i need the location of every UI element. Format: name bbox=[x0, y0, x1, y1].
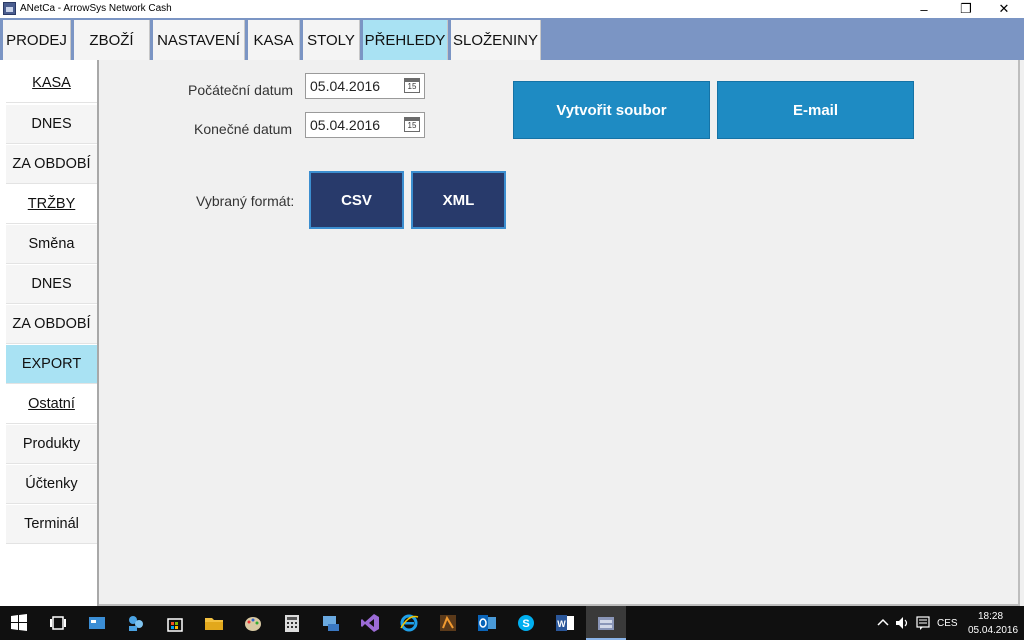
taskbar: S W CES 18:28 05.04.2016 bbox=[0, 606, 1024, 640]
sidebar-item-terminal[interactable]: Terminál bbox=[6, 505, 97, 544]
start-date-value: 05.04.2016 bbox=[310, 78, 381, 94]
sidebar-header-kasa: KASA bbox=[6, 64, 97, 103]
export-panel: Počáteční datum 05.04.2016 15 Konečné da… bbox=[99, 60, 1024, 606]
notification-icon[interactable] bbox=[914, 614, 932, 632]
word-icon[interactable]: W bbox=[554, 612, 576, 634]
visual-studio-icon[interactable] bbox=[359, 612, 381, 634]
create-file-button[interactable]: Vytvořit soubor bbox=[513, 81, 710, 139]
start-date-field[interactable]: 05.04.2016 15 bbox=[305, 73, 425, 99]
close-button[interactable]: ✕ bbox=[985, 0, 1023, 18]
tab-zbozi[interactable]: ZBOŽÍ bbox=[74, 20, 150, 60]
restore-button[interactable]: ❐ bbox=[947, 0, 985, 18]
people-icon[interactable] bbox=[125, 612, 147, 634]
calculator-icon[interactable] bbox=[281, 612, 303, 634]
media-icon[interactable] bbox=[437, 612, 459, 634]
sidebar-item-export[interactable]: EXPORT bbox=[6, 345, 97, 384]
tab-nastaveni[interactable]: NASTAVENÍ bbox=[153, 20, 245, 60]
tab-slozeniny[interactable]: SLOŽENINY bbox=[451, 20, 541, 60]
format-label: Vybraný formát: bbox=[196, 193, 295, 209]
tab-prehledy[interactable]: PŘEHLEDY bbox=[363, 20, 448, 60]
sidebar-header-ostatni: Ostatní bbox=[6, 385, 97, 424]
sidebar-item-kasa-dnes[interactable]: DNES bbox=[6, 105, 97, 144]
chevron-up-icon[interactable] bbox=[876, 614, 890, 632]
calendar-icon[interactable]: 15 bbox=[404, 117, 420, 132]
minimize-button[interactable]: – bbox=[905, 0, 943, 18]
end-date-label: Konečné datum bbox=[194, 121, 293, 137]
sidebar-item-trzby-za-obdobi[interactable]: ZA OBDOBÍ bbox=[6, 305, 97, 344]
window-title: ANetCa - ArrowSys Network Cash bbox=[20, 3, 172, 14]
svg-text:W: W bbox=[557, 619, 566, 629]
sidebar-header-trzby: TRŽBY bbox=[6, 185, 97, 224]
internet-explorer-icon[interactable] bbox=[398, 612, 420, 634]
skype-icon[interactable]: S bbox=[515, 612, 537, 634]
tab-stoly[interactable]: STOLY bbox=[303, 20, 360, 60]
language-indicator[interactable]: CES bbox=[937, 618, 958, 629]
csv-format-button[interactable]: CSV bbox=[309, 171, 404, 229]
sidebar: KASA DNES ZA OBDOBÍ TRŽBY Směna DNES ZA … bbox=[0, 60, 100, 606]
control-panel-icon[interactable] bbox=[320, 612, 342, 634]
volume-icon[interactable] bbox=[894, 614, 912, 632]
sidebar-item-produkty[interactable]: Produkty bbox=[6, 425, 97, 464]
sidebar-item-trzby-dnes[interactable]: DNES bbox=[6, 265, 97, 304]
panel-right-border bbox=[1018, 60, 1020, 606]
sidebar-item-smena[interactable]: Směna bbox=[6, 225, 97, 264]
app-icon bbox=[3, 2, 16, 15]
store-icon[interactable] bbox=[86, 612, 108, 634]
calendar-icon[interactable]: 15 bbox=[404, 78, 420, 93]
title-bar: ANetCa - ArrowSys Network Cash – ❐ ✕ bbox=[0, 0, 1024, 18]
clock-time[interactable]: 18:28 bbox=[978, 611, 1003, 622]
sidebar-item-uctenky[interactable]: Účtenky bbox=[6, 465, 97, 504]
tab-kasa[interactable]: KASA bbox=[248, 20, 300, 60]
anetca-icon[interactable] bbox=[595, 612, 617, 634]
end-date-field[interactable]: 05.04.2016 15 bbox=[305, 112, 425, 138]
task-view-icon[interactable] bbox=[47, 612, 69, 634]
file-explorer-icon[interactable] bbox=[203, 612, 225, 634]
email-button[interactable]: E-mail bbox=[717, 81, 914, 139]
store-bag-icon[interactable] bbox=[164, 612, 186, 634]
start-date-label: Počáteční datum bbox=[188, 82, 294, 98]
main-tab-bar: PRODEJ ZBOŽÍ NASTAVENÍ KASA STOLY PŘEHLE… bbox=[0, 18, 1024, 60]
tab-prodej[interactable]: PRODEJ bbox=[3, 20, 71, 60]
outlook-icon[interactable] bbox=[476, 612, 498, 634]
paint-icon[interactable] bbox=[242, 612, 264, 634]
end-date-value: 05.04.2016 bbox=[310, 117, 381, 133]
xml-format-button[interactable]: XML bbox=[411, 171, 506, 229]
start-icon[interactable] bbox=[8, 612, 30, 634]
sidebar-item-kasa-za-obdobi[interactable]: ZA OBDOBÍ bbox=[6, 145, 97, 184]
clock-date[interactable]: 05.04.2016 bbox=[968, 625, 1018, 636]
svg-text:S: S bbox=[522, 618, 529, 630]
